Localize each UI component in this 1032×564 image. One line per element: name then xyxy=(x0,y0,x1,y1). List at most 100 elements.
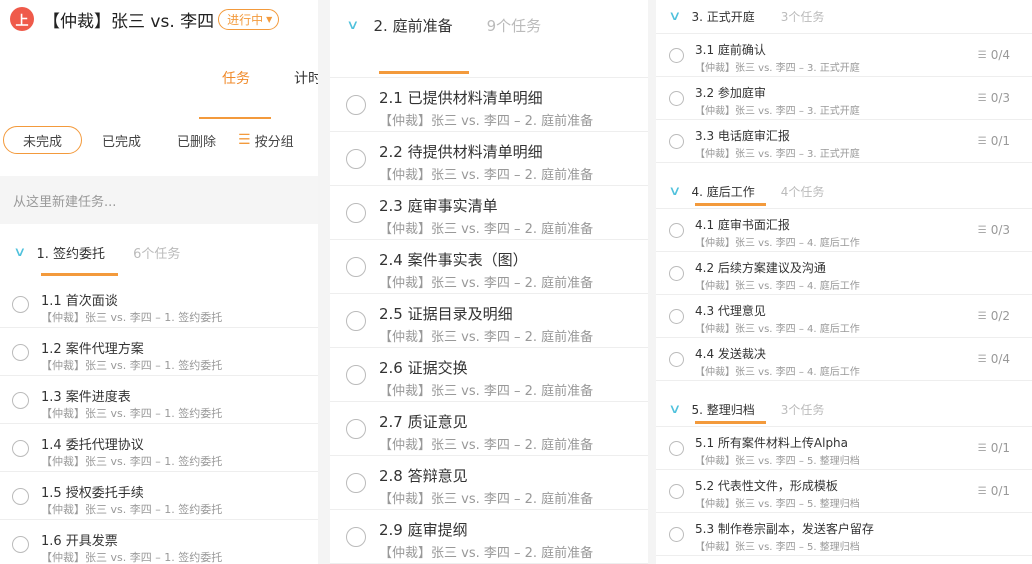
circle-checkbox-icon[interactable] xyxy=(669,48,684,63)
circle-checkbox-icon[interactable] xyxy=(346,149,366,169)
task-row[interactable]: 1.3 案件进度表 【仲裁】张三 vs. 李四 – 1. 签约委托 xyxy=(0,376,318,424)
circle-checkbox-icon[interactable] xyxy=(346,311,366,331)
task-path: 【仲裁】张三 vs. 李四 – 1. 签约委托 xyxy=(41,407,223,420)
circle-checkbox-icon[interactable] xyxy=(12,488,29,505)
group-by-button[interactable]: ☰ 按分组 xyxy=(238,131,294,150)
section-count: 3个任务 xyxy=(780,403,825,417)
subtask-progress: ☰ 0/1 xyxy=(978,134,1010,148)
group-by-label: 按分组 xyxy=(254,134,294,150)
task-title: 3.1 庭前确认 xyxy=(695,43,766,57)
circle-checkbox-icon[interactable] xyxy=(669,352,684,367)
chevron-down-icon[interactable]: ∨ xyxy=(668,184,681,199)
task-list: 3.1 庭前确认 【仲裁】张三 vs. 李四 – 3. 正式开庭 ☰ 0/4 3.2 … xyxy=(656,34,1032,163)
new-task-input[interactable]: 从这里新建任务... xyxy=(0,176,318,224)
subtask-progress: ☰ 0/4 xyxy=(978,48,1010,62)
task-row[interactable]: 1.4 委托代理协议 【仲裁】张三 vs. 李四 – 1. 签约委托 xyxy=(0,424,318,472)
task-list: 5.1 所有案件材料上传Alpha 【仲裁】张三 vs. 李四 – 5. 整理归档… xyxy=(656,427,1032,556)
tab-timing[interactable]: 计时 xyxy=(294,68,318,88)
status-dropdown[interactable]: 进行中 ▼ xyxy=(218,8,280,30)
caret-down-icon: ▼ xyxy=(266,14,273,24)
task-path: 【仲裁】张三 vs. 李四 – 2. 庭前准备 xyxy=(379,384,594,399)
circle-checkbox-icon[interactable] xyxy=(12,392,29,409)
section-underline xyxy=(41,273,118,276)
chevron-down-icon[interactable]: ∨ xyxy=(13,245,26,260)
circle-checkbox-icon[interactable] xyxy=(346,473,366,493)
circle-checkbox-icon[interactable] xyxy=(12,344,29,361)
task-row[interactable]: 2.4 案件事实表（图） 【仲裁】张三 vs. 李四 – 2. 庭前准备 xyxy=(330,240,648,294)
task-row[interactable]: 5.1 所有案件材料上传Alpha 【仲裁】张三 vs. 李四 – 5. 整理归档… xyxy=(656,427,1032,470)
task-list: 4.1 庭审书面汇报 【仲裁】张三 vs. 李四 – 4. 庭后工作 ☰ 0/3 4.… xyxy=(656,209,1032,381)
task-panel-middle: ∨ 2. 庭前准备 9个任务 2.1 已提供材料清单明细 【仲裁】张三 vs. 李… xyxy=(330,0,648,564)
circle-checkbox-icon[interactable] xyxy=(346,257,366,277)
section-header[interactable]: ∨ 3. 正式开庭 3个任务 xyxy=(656,0,1032,34)
circle-checkbox-icon[interactable] xyxy=(669,441,684,456)
circle-checkbox-icon[interactable] xyxy=(669,484,684,499)
circle-checkbox-icon[interactable] xyxy=(669,309,684,324)
chevron-down-icon[interactable]: ∨ xyxy=(346,18,359,33)
circle-checkbox-icon[interactable] xyxy=(346,527,366,547)
task-title: 1.4 委托代理协议 xyxy=(41,438,144,453)
project-title: 【仲裁】张三 vs. 李四 xyxy=(43,11,215,32)
circle-checkbox-icon[interactable] xyxy=(12,536,29,553)
circle-checkbox-icon[interactable] xyxy=(669,91,684,106)
circle-checkbox-icon[interactable] xyxy=(669,527,684,542)
task-row[interactable]: 2.8 答辩意见【仲裁】张三 vs. 李四 – 2. 庭前准备 xyxy=(330,456,648,510)
circle-checkbox-icon[interactable] xyxy=(669,266,684,281)
task-row[interactable]: 1.6 开具发票 【仲裁】张三 vs. 李四 – 1. 签约委托 xyxy=(0,520,318,564)
task-title: 1.6 开具发票 xyxy=(41,534,118,549)
section-header[interactable]: ∨ 5. 整理归档 3个任务 xyxy=(656,381,1032,427)
section-name: 5. 整理归档 xyxy=(691,403,755,417)
task-row[interactable]: 4.1 庭审书面汇报 【仲裁】张三 vs. 李四 – 4. 庭后工作 ☰ 0/3 xyxy=(656,209,1032,252)
task-list: 1.1 首次面谈 【仲裁】张三 vs. 李四 – 1. 签约委托 1.2 案件代理… xyxy=(0,280,318,564)
task-panel-left: 上 【仲裁】张三 vs. 李四 进行中 ▼ 任务 计时 未完成 已完成 已删除 … xyxy=(0,0,318,564)
task-title: 2.8 答辩意见 xyxy=(379,467,468,485)
task-row[interactable]: 2.6 证据交换【仲裁】张三 vs. 李四 – 2. 庭前准备 xyxy=(330,348,648,402)
task-row[interactable]: 1.1 首次面谈 【仲裁】张三 vs. 李四 – 1. 签约委托 xyxy=(0,280,318,328)
filter-deleted-button[interactable]: 已删除 xyxy=(177,126,216,154)
chevron-down-icon[interactable]: ∨ xyxy=(668,9,681,24)
task-row[interactable]: 2.3 庭审事实清单 【仲裁】张三 vs. 李四 – 2. 庭前准备 xyxy=(330,186,648,240)
filter-incomplete-button[interactable]: 未完成 xyxy=(3,126,82,154)
section-header[interactable]: ∨ 1. 签约委托 6个任务 xyxy=(0,224,318,280)
task-title: 2.6 证据交换 xyxy=(379,359,468,377)
status-label: 进行中 xyxy=(227,12,264,27)
task-path: 【仲裁】张三 vs. 李四 – 5. 整理归档 xyxy=(695,499,860,510)
task-row[interactable]: 1.5 授权委托手续 【仲裁】张三 vs. 李四 – 1. 签约委托 xyxy=(0,472,318,520)
list-icon: ☰ xyxy=(977,353,987,365)
task-path: 【仲裁】张三 vs. 李四 – 2. 庭前准备 xyxy=(379,492,594,507)
circle-checkbox-icon[interactable] xyxy=(346,203,366,223)
chevron-down-icon[interactable]: ∨ xyxy=(668,402,681,417)
task-row[interactable]: 4.4 发送裁决 【仲裁】张三 vs. 李四 – 4. 庭后工作 ☰ 0/4 xyxy=(656,338,1032,381)
circle-checkbox-icon[interactable] xyxy=(346,419,366,439)
subtask-progress: ☰ 0/3 xyxy=(978,223,1010,237)
task-title: 3.2 参加庭审 xyxy=(695,86,766,100)
section-header[interactable]: ∨ 2. 庭前准备 9个任务 xyxy=(330,0,648,77)
task-row[interactable]: 2.7 质证意见 【仲裁】张三 vs. 李四 – 2. 庭前准备 xyxy=(330,402,648,456)
task-row[interactable]: 1.2 案件代理方案 【仲裁】张三 vs. 李四 – 1. 签约委托 xyxy=(0,328,318,376)
list-icon: ☰ xyxy=(977,485,987,497)
task-path: 【仲裁】张三 vs. 李四 – 1. 签约委托 xyxy=(41,503,223,516)
filter-completed-button[interactable]: 已完成 xyxy=(102,126,141,154)
circle-checkbox-icon[interactable] xyxy=(669,223,684,238)
task-row[interactable]: 2.1 已提供材料清单明细 【仲裁】张三 vs. 李四 – 2. 庭前准备 xyxy=(330,78,648,132)
task-row[interactable]: 4.2 后续方案建议及沟通 【仲裁】张三 vs. 李四 – 4. 庭后工作 xyxy=(656,252,1032,295)
list-icon: ☰ xyxy=(238,132,251,148)
circle-checkbox-icon[interactable] xyxy=(12,296,29,313)
task-row[interactable]: 2.9 庭审提纲 【仲裁】张三 vs. 李四 – 2. 庭前准备 xyxy=(330,510,648,564)
task-row[interactable]: 5.3 制作卷宗副本，发送客户留存 【仲裁】张三 vs. 李四 – 5. 整理归档 xyxy=(656,513,1032,556)
section-header[interactable]: ∨ 4. 庭后工作 4个任务 xyxy=(656,163,1032,209)
task-row[interactable]: 3.3 电话庭审汇报 【仲裁】张三 vs. 李四 – 3. 正式开庭 ☰ 0/1 xyxy=(656,120,1032,163)
task-row[interactable]: 5.2 代表性文件，形成模板 【仲裁】张三 vs. 李四 – 5. 整理归档 ☰ 0/… xyxy=(656,470,1032,513)
progress-count: 0/1 xyxy=(990,484,1010,498)
circle-checkbox-icon[interactable] xyxy=(346,365,366,385)
circle-checkbox-icon[interactable] xyxy=(669,134,684,149)
task-row[interactable]: 3.2 参加庭审 【仲裁】张三 vs. 李四 – 3. 正式开庭 ☰ 0/3 xyxy=(656,77,1032,120)
task-row[interactable]: 2.2 待提供材料清单明细 【仲裁】张三 vs. 李四 – 2. 庭前准备 xyxy=(330,132,648,186)
circle-checkbox-icon[interactable] xyxy=(346,95,366,115)
tab-tasks[interactable]: 任务 xyxy=(222,68,250,88)
task-row[interactable]: 3.1 庭前确认 【仲裁】张三 vs. 李四 – 3. 正式开庭 ☰ 0/4 xyxy=(656,34,1032,77)
circle-checkbox-icon[interactable] xyxy=(12,440,29,457)
app-logo-icon[interactable]: 上 xyxy=(10,7,34,31)
task-row[interactable]: 2.5 证据目录及明细 【仲裁】张三 vs. 李四 – 2. 庭前准备 xyxy=(330,294,648,348)
task-row[interactable]: 4.3 代理意见 【仲裁】张三 vs. 李四 – 4. 庭后工作 ☰ 0/2 xyxy=(656,295,1032,338)
